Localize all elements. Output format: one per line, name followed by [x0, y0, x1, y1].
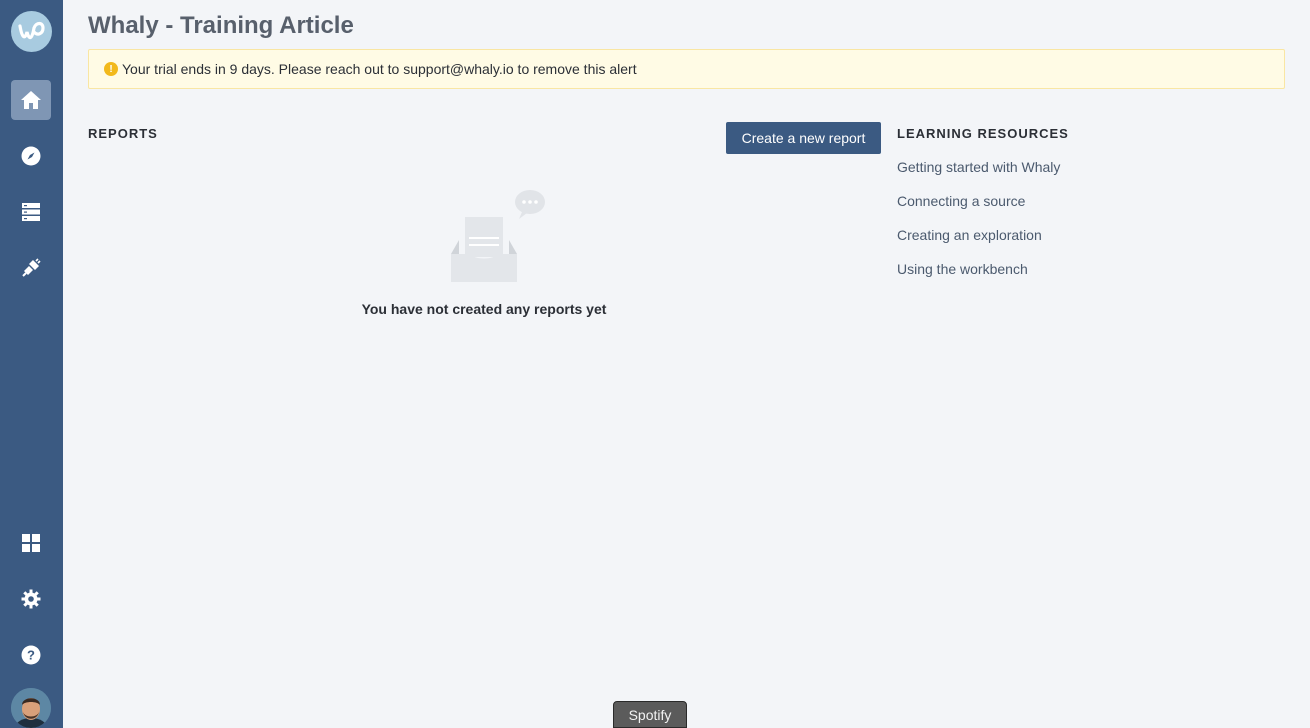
nav-home[interactable] — [11, 80, 51, 120]
learning-link-connecting-source[interactable]: Connecting a source — [897, 193, 1025, 209]
question-icon: ? — [21, 645, 41, 665]
compass-icon — [21, 146, 41, 166]
gear-icon — [21, 589, 41, 609]
spotify-dock-label[interactable]: Spotify — [613, 701, 687, 728]
reports-heading: REPORTS — [88, 126, 158, 141]
learning-link-getting-started[interactable]: Getting started with Whaly — [897, 159, 1060, 175]
empty-state-text: You have not created any reports yet — [361, 301, 607, 317]
empty-inbox-icon — [451, 190, 545, 282]
nav-data[interactable] — [11, 192, 51, 232]
nav-explore[interactable] — [11, 136, 51, 176]
sidebar: ? — [0, 0, 63, 728]
learning-link-creating-exploration[interactable]: Creating an exploration — [897, 227, 1042, 243]
main-content: Whaly - Training Article ! Your trial en… — [63, 0, 1310, 728]
alert-text: Your trial ends in 9 days. Please reach … — [122, 61, 637, 77]
avatar-image — [11, 688, 51, 728]
whaly-logo-mark — [17, 21, 45, 39]
warning-icon: ! — [104, 62, 118, 76]
learning-resources-heading: LEARNING RESOURCES — [897, 126, 1069, 141]
home-icon — [21, 91, 41, 109]
grid-icon — [22, 534, 40, 552]
database-icon — [22, 203, 40, 221]
whaly-logo[interactable] — [11, 11, 52, 52]
plug-icon — [22, 258, 41, 277]
learning-link-using-workbench[interactable]: Using the workbench — [897, 261, 1028, 277]
create-report-button[interactable]: Create a new report — [726, 122, 881, 154]
trial-alert: ! Your trial ends in 9 days. Please reac… — [88, 49, 1285, 89]
nav-apps[interactable] — [11, 523, 51, 563]
page-title: Whaly - Training Article — [88, 12, 354, 39]
nav-settings[interactable] — [11, 579, 51, 619]
empty-inbox-illustration — [446, 188, 548, 286]
nav-help[interactable]: ? — [11, 635, 51, 675]
nav-connections[interactable] — [11, 248, 51, 288]
svg-text:?: ? — [27, 648, 35, 663]
user-avatar[interactable] — [11, 688, 51, 728]
